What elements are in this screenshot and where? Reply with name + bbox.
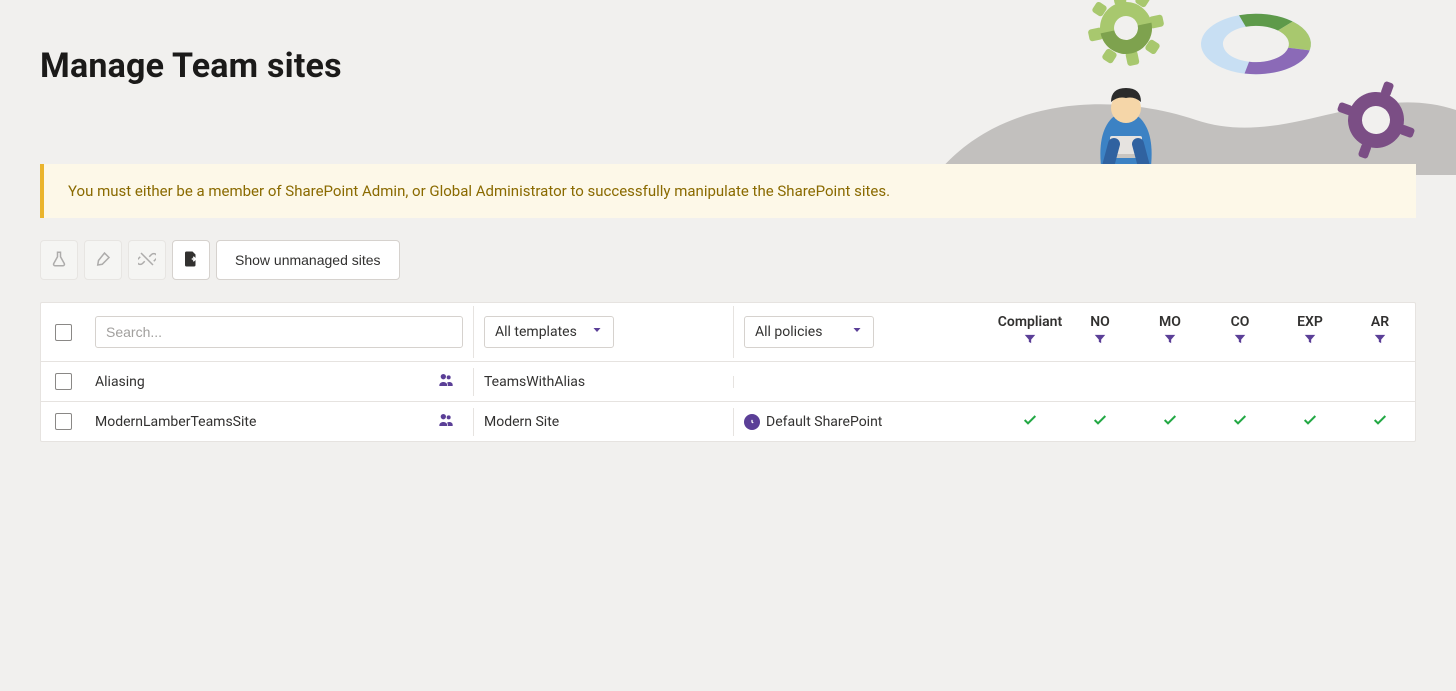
row-checkbox[interactable] [55, 413, 72, 430]
unlink-icon [138, 250, 156, 271]
permission-alert-text: You must either be a member of SharePoin… [68, 182, 890, 200]
people-icon [437, 412, 455, 432]
check-icon [1232, 412, 1248, 432]
select-all-checkbox[interactable] [55, 324, 72, 341]
toolbar-button-export[interactable] [172, 240, 210, 280]
col-co[interactable]: CO [1205, 314, 1275, 350]
col-mo-label: MO [1159, 314, 1181, 330]
page-title: Manage Team sites [40, 46, 1416, 86]
status-exp [1275, 412, 1345, 432]
check-icon [1022, 412, 1038, 432]
filter-icon [1023, 332, 1037, 350]
show-unmanaged-button[interactable]: Show unmanaged sites [216, 240, 400, 280]
policy-selected: All policies [755, 324, 822, 340]
toolbar-button-2[interactable] [84, 240, 122, 280]
col-no[interactable]: NO [1065, 314, 1135, 350]
template-name: TeamsWithAlias [484, 374, 585, 390]
table-row[interactable]: ModernLamberTeamsSite Modern Site Defaul… [41, 401, 1415, 441]
col-mo[interactable]: MO [1135, 314, 1205, 350]
site-name: Aliasing [95, 374, 145, 390]
col-compliant[interactable]: Compliant [995, 314, 1065, 350]
table-header: All templates All policies [41, 303, 1415, 361]
filter-icon [1303, 332, 1317, 350]
flask-icon [50, 250, 68, 271]
check-icon [1162, 412, 1178, 432]
chevron-down-icon [851, 324, 863, 340]
status-co [1205, 412, 1275, 432]
template-name: Modern Site [484, 414, 559, 430]
template-dropdown[interactable]: All templates [484, 316, 614, 348]
check-icon [1302, 412, 1318, 432]
policy-dropdown[interactable]: All policies [744, 316, 874, 348]
search-input[interactable] [95, 316, 463, 348]
col-ar-label: AR [1371, 314, 1389, 330]
permission-alert: You must either be a member of SharePoin… [40, 164, 1416, 218]
toolbar: Show unmanaged sites [40, 240, 1416, 280]
brush-icon [94, 250, 112, 271]
clock-icon [744, 414, 760, 430]
filter-icon [1233, 332, 1247, 350]
template-selected: All templates [495, 324, 577, 340]
policy-name: Default SharePoint [766, 414, 882, 430]
sites-table: All templates All policies [40, 302, 1416, 442]
filter-icon [1093, 332, 1107, 350]
export-icon [182, 250, 200, 271]
col-compliant-label: Compliant [998, 314, 1062, 330]
status-mo [1135, 412, 1205, 432]
check-icon [1092, 412, 1108, 432]
filter-icon [1163, 332, 1177, 350]
status-ar [1345, 412, 1415, 432]
toolbar-button-3[interactable] [128, 240, 166, 280]
col-exp-label: EXP [1297, 314, 1323, 330]
check-icon [1372, 412, 1388, 432]
people-icon [437, 372, 455, 392]
col-no-label: NO [1090, 314, 1110, 330]
col-co-label: CO [1231, 314, 1250, 330]
chevron-down-icon [591, 324, 603, 340]
status-compliant [995, 412, 1065, 432]
show-unmanaged-label: Show unmanaged sites [235, 252, 381, 268]
table-row[interactable]: Aliasing TeamsWithAlias [41, 361, 1415, 401]
col-exp[interactable]: EXP [1275, 314, 1345, 350]
row-checkbox[interactable] [55, 373, 72, 390]
toolbar-button-1[interactable] [40, 240, 78, 280]
col-ar[interactable]: AR [1345, 314, 1415, 350]
filter-icon [1373, 332, 1387, 350]
status-no [1065, 412, 1135, 432]
site-name: ModernLamberTeamsSite [95, 414, 256, 430]
